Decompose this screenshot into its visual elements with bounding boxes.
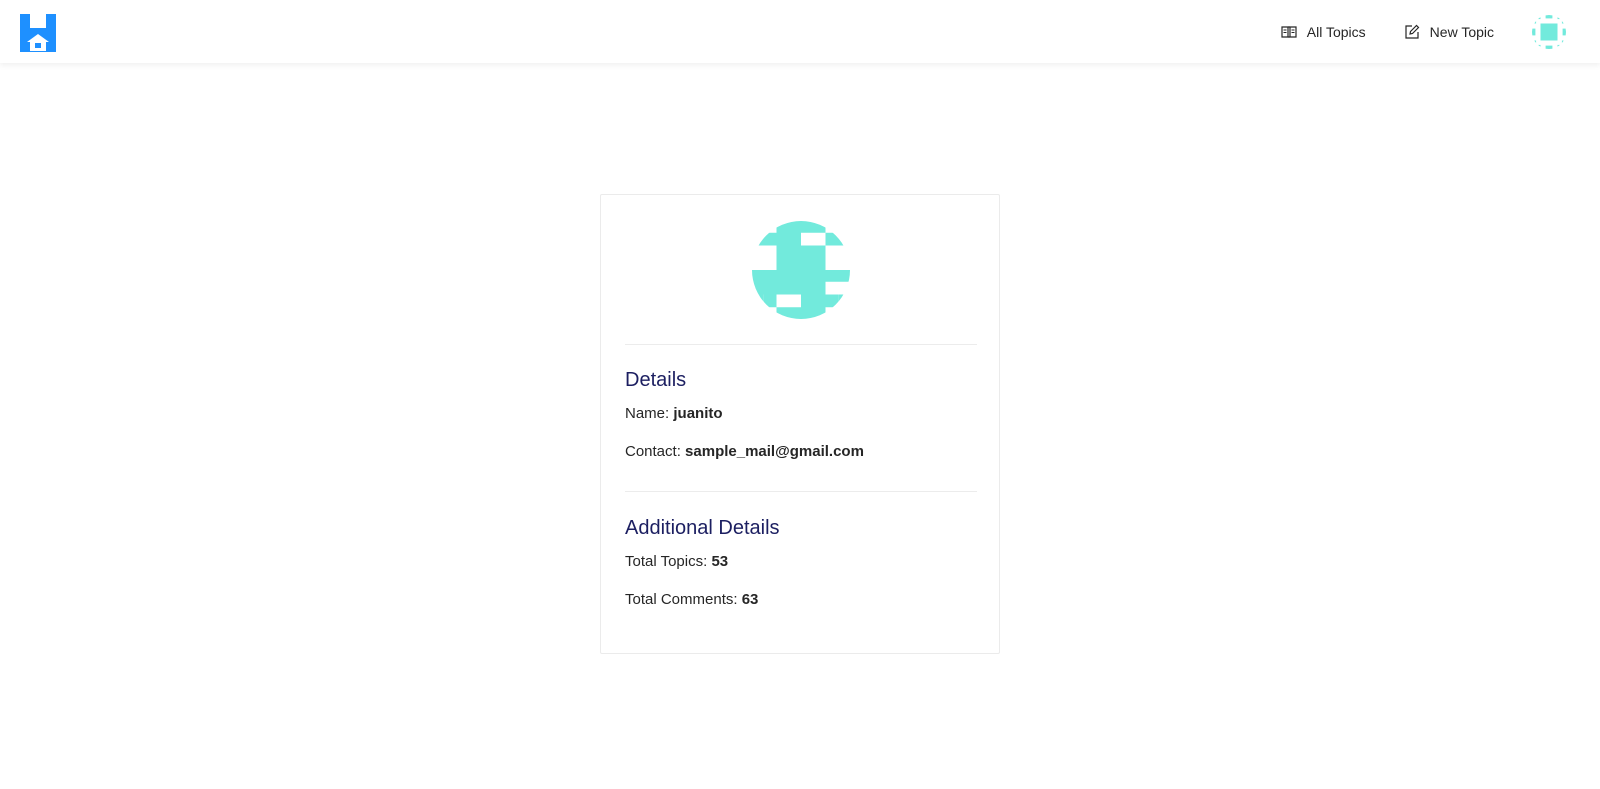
name-row: Name: juanito	[625, 405, 723, 422]
nav-all-topics-label: All Topics	[1306, 23, 1366, 40]
additional-details-heading: Additional Details	[625, 517, 780, 539]
identicon-avatar-icon[interactable]	[1532, 14, 1566, 49]
profile-card: Details Name: juanito Contact: sample_ma…	[600, 194, 1000, 654]
total-topics-row: Total Topics: 53	[625, 553, 728, 570]
total-topics-label: Total Topics:	[625, 553, 708, 570]
name-value: juanito	[673, 405, 723, 422]
nav-links: All Topics New Topic	[1281, 0, 1566, 63]
house-h-logo-icon[interactable]	[20, 14, 56, 52]
details-heading: Details	[625, 369, 687, 391]
nav-new-topic-link[interactable]: New Topic	[1404, 24, 1494, 40]
contact-value: sample_mail@gmail.com	[685, 443, 864, 460]
top-navbar: All Topics New Topic	[0, 0, 1600, 63]
edit-icon	[1404, 24, 1420, 40]
total-topics-value: 53	[711, 553, 729, 570]
total-comments-value: 63	[741, 591, 759, 608]
divider	[625, 344, 977, 345]
divider	[625, 491, 977, 492]
nav-new-topic-label: New Topic	[1429, 23, 1494, 40]
total-comments-label: Total Comments:	[625, 591, 738, 608]
contact-row: Contact: sample_mail@gmail.com	[625, 443, 864, 460]
book-icon	[1281, 24, 1297, 40]
nav-all-topics-link[interactable]: All Topics	[1281, 24, 1366, 40]
total-comments-row: Total Comments: 63	[625, 591, 758, 608]
name-label: Name:	[625, 405, 670, 422]
contact-label: Contact:	[625, 443, 681, 460]
identicon-avatar-icon	[752, 221, 850, 319]
